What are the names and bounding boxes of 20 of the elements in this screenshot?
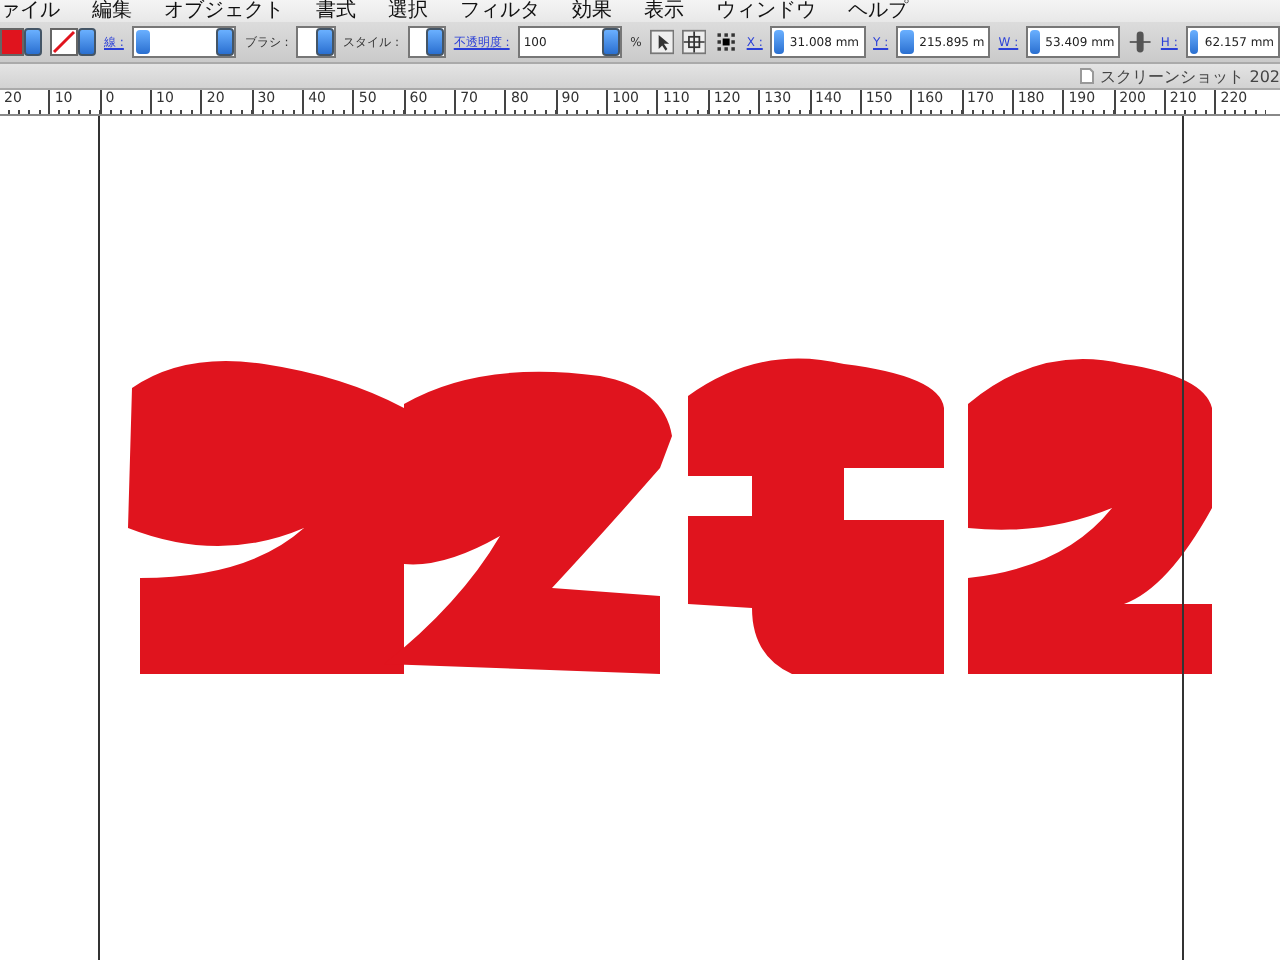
align-icon[interactable] [682, 28, 707, 56]
menu-item[interactable]: 選択 [372, 0, 444, 22]
reference-point-icon[interactable] [714, 28, 739, 56]
fill-swatch[interactable] [0, 28, 42, 56]
menu-item[interactable]: ァイル [0, 0, 76, 22]
pointer-icon[interactable] [649, 28, 675, 56]
menu-item[interactable]: 効果 [556, 0, 628, 22]
menu-item[interactable]: 書式 [300, 0, 372, 22]
menu-item[interactable]: 表示 [628, 0, 700, 22]
dropdown[interactable] [407, 26, 446, 58]
menu-item[interactable]: フィルタ [444, 0, 556, 22]
document-tab[interactable]: スクリーンショット 202 [1080, 65, 1280, 87]
stroke-weight-field[interactable] [131, 26, 237, 58]
document-icon [1080, 68, 1095, 84]
menu-item[interactable]: 編集 [76, 0, 148, 22]
dropdown[interactable] [296, 26, 336, 58]
stroke-swatch[interactable] [50, 28, 96, 56]
menu-item[interactable]: オブジェクト [148, 0, 300, 22]
link-icon[interactable] [1128, 28, 1153, 56]
menu-item[interactable]: ウィンドウ [700, 0, 832, 22]
